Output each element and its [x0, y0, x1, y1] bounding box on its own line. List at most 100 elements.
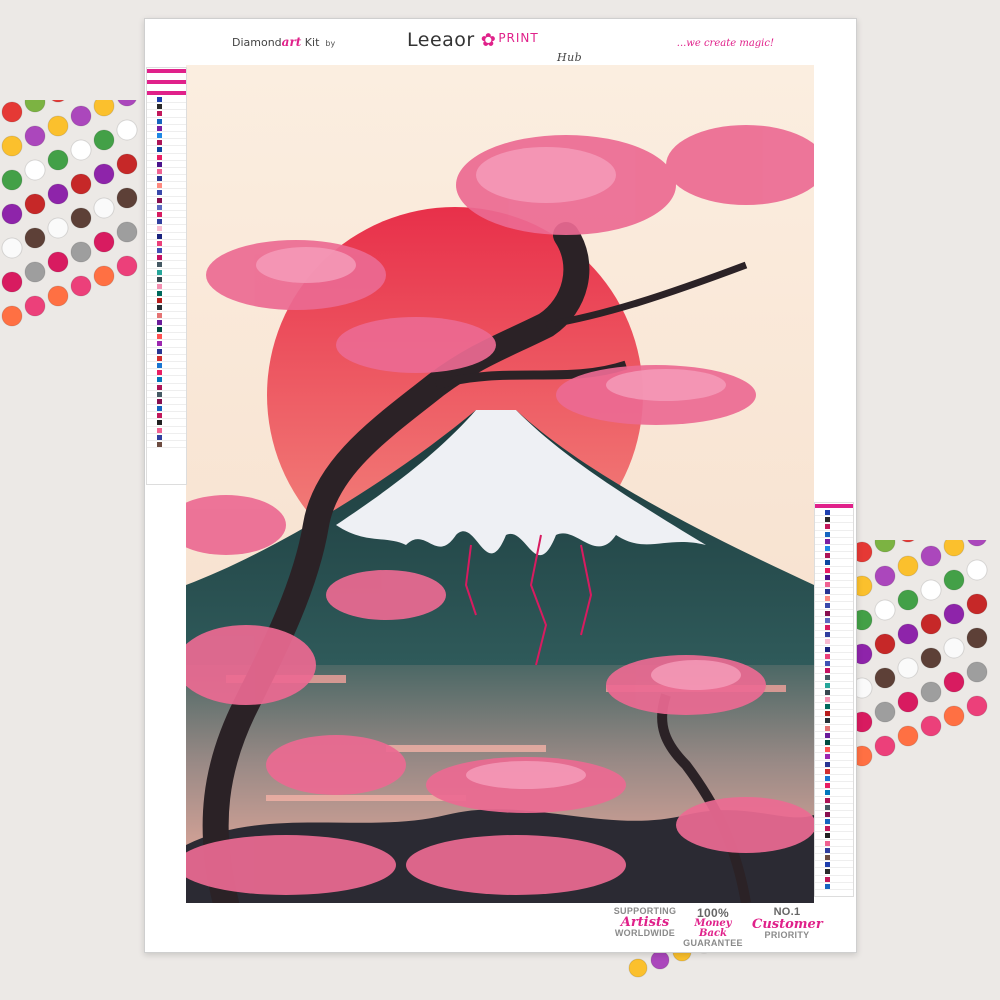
- legend-swatch: [157, 125, 162, 131]
- legend-swatch: [157, 197, 162, 203]
- bead: [93, 197, 115, 219]
- legend-swatch: [157, 132, 162, 138]
- legend-row: [815, 811, 853, 819]
- legend-swatch: [825, 783, 830, 789]
- legend-swatch: [157, 362, 162, 368]
- bead: [24, 100, 46, 113]
- bead: [897, 589, 919, 611]
- bead: [874, 735, 896, 757]
- bead: [897, 691, 919, 713]
- legend-swatch: [157, 219, 162, 225]
- bead: [943, 637, 965, 659]
- legend-swatch: [157, 233, 162, 239]
- legend-row: [815, 689, 853, 696]
- legend-row: [147, 161, 186, 168]
- legend-row: [815, 746, 853, 754]
- legend-row: [147, 247, 186, 255]
- legend-swatch: [825, 747, 830, 753]
- legend-swatch: [157, 154, 162, 160]
- legend-swatch: [157, 341, 162, 347]
- bead: [920, 715, 942, 737]
- legend-row: [815, 782, 853, 790]
- color-legend-right: [814, 502, 854, 897]
- bead: [874, 701, 896, 723]
- legend-swatch: [825, 876, 830, 882]
- legend-swatch: [157, 204, 162, 210]
- legend-swatch: [825, 653, 830, 659]
- bead: [874, 540, 896, 553]
- legend-row: [815, 789, 853, 797]
- bead: [47, 251, 69, 273]
- legend-swatch: [157, 168, 162, 174]
- legend-swatch: [825, 696, 830, 702]
- legend-row: [815, 538, 853, 545]
- legend-swatch: [157, 420, 162, 426]
- legend-row: [815, 825, 853, 833]
- bead: [1, 203, 23, 225]
- bead: [93, 129, 115, 151]
- legend-row: [815, 631, 853, 639]
- bead: [897, 623, 919, 645]
- legend-swatch: [157, 406, 162, 412]
- legend-swatch: [825, 840, 830, 846]
- legend-swatch: [825, 545, 830, 551]
- artwork-fuji-sakura: [186, 65, 814, 903]
- legend-row: [147, 218, 186, 226]
- bead: [897, 725, 919, 747]
- legend-row: [815, 861, 853, 869]
- legend-row: [147, 261, 186, 269]
- legend-swatch: [157, 226, 162, 232]
- legend-swatch: [825, 768, 830, 774]
- legend-swatch: [157, 247, 162, 253]
- legend-swatch: [825, 660, 830, 666]
- bead: [24, 261, 46, 283]
- legend-swatch: [825, 790, 830, 796]
- legend-swatch: [825, 610, 830, 616]
- legend-swatch: [825, 718, 830, 724]
- legend-row: [147, 326, 186, 334]
- bead: [901, 540, 915, 543]
- bead: [116, 119, 138, 141]
- bead: [47, 115, 69, 137]
- legend-swatch: [157, 283, 162, 289]
- legend-row: [815, 832, 853, 840]
- legend-swatch: [825, 775, 830, 781]
- brand-hub: Hub: [557, 51, 583, 64]
- legend-swatch: [825, 596, 830, 602]
- legend-row: [815, 876, 853, 883]
- legend-row: [147, 340, 186, 348]
- legend-swatch: [825, 625, 830, 630]
- bead: [116, 187, 138, 209]
- bead: [24, 295, 46, 317]
- legend-row: [147, 276, 186, 283]
- legend-swatch: [825, 617, 830, 623]
- legend-swatch: [157, 212, 162, 217]
- legend-row: [815, 732, 853, 739]
- legend-swatch: [825, 761, 830, 767]
- bead: [1, 169, 23, 191]
- bead: [897, 555, 919, 577]
- brand-logo: Leeaor ✿ PRINT Hub: [407, 29, 582, 64]
- legend-swatch: [825, 581, 830, 587]
- legend-swatch: [157, 398, 162, 404]
- legend-row: [815, 717, 853, 725]
- bead: [874, 667, 896, 689]
- bead: [70, 139, 92, 161]
- legend-swatch: [157, 348, 162, 354]
- legend-row: [815, 739, 853, 747]
- bead: [116, 153, 138, 175]
- legend-swatch: [157, 298, 162, 304]
- bead: [70, 241, 92, 263]
- legend-swatch: [825, 603, 830, 609]
- bead: [70, 105, 92, 127]
- bead: [943, 705, 965, 727]
- legend-row: [147, 233, 186, 240]
- legend-swatch: [825, 833, 830, 839]
- bead: [943, 540, 965, 557]
- legend-row: [815, 775, 853, 783]
- bead: [650, 950, 670, 970]
- bead: [93, 100, 115, 117]
- bead: [116, 221, 138, 243]
- legend-row: [147, 283, 186, 291]
- legend-swatch: [825, 675, 830, 681]
